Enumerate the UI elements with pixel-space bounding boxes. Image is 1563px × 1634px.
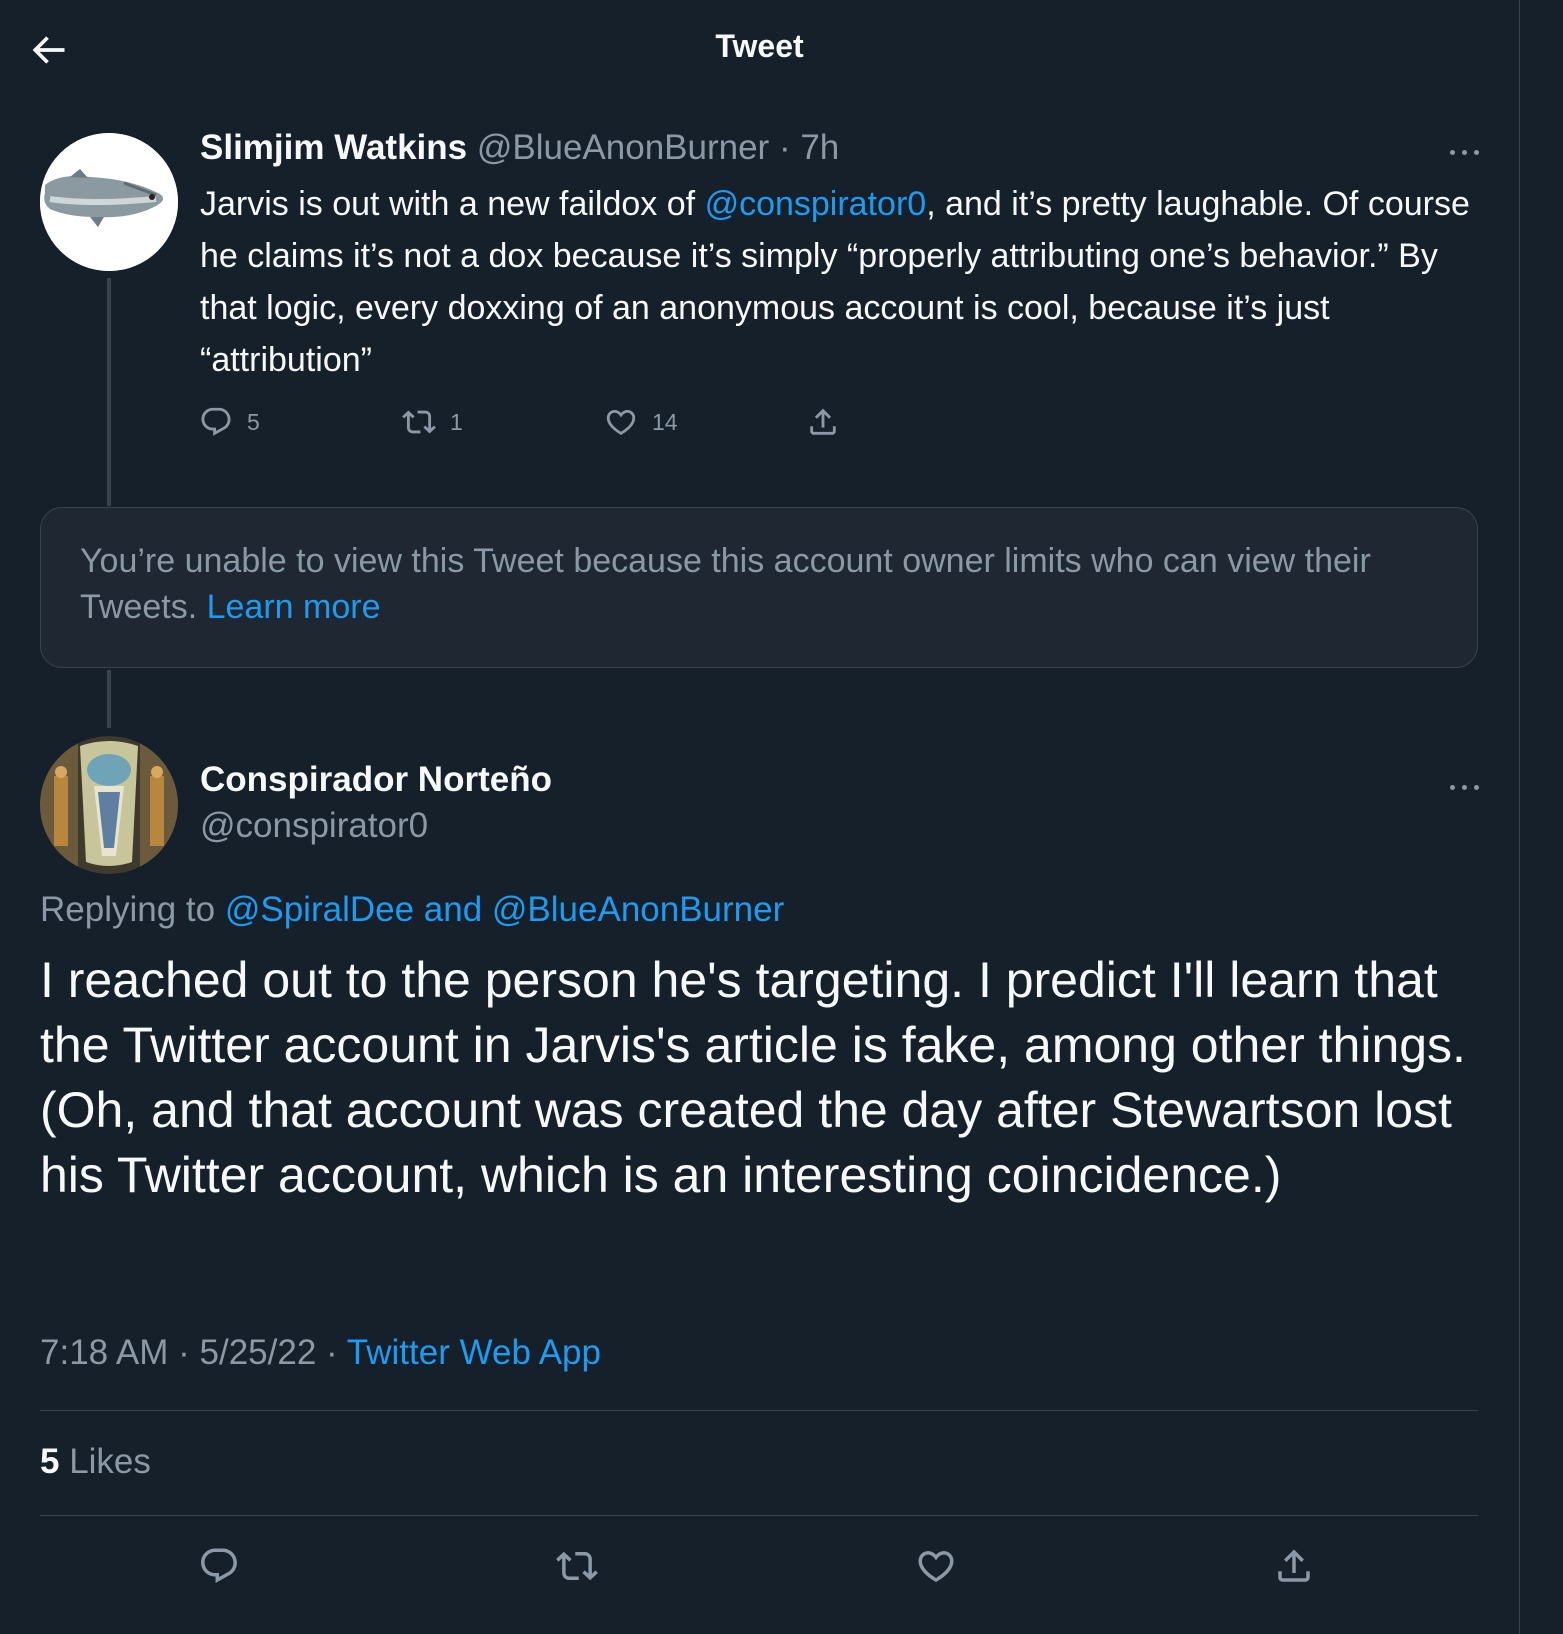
page-title: Tweet [715,28,804,64]
more-options-icon[interactable] [1446,140,1486,164]
tweet-time[interactable]: 7:18 AM [40,1333,168,1372]
more-options-icon[interactable] [1446,775,1486,799]
likes-summary[interactable]: 5 Likes [40,1442,151,1482]
notice-text: You’re unable to view this Tweet because… [80,538,1440,630]
separator: · [316,1333,347,1372]
separator: · [769,128,801,167]
replying-to: Replying to @SpiralDee and @BlueAnonBurn… [40,890,784,930]
column-border [1519,0,1520,1634]
share-button[interactable] [806,405,840,439]
display-name[interactable]: Conspirador Norteño [200,760,552,800]
share-button[interactable] [1273,1545,1315,1587]
tweet-meta: 7:18 AM · 5/25/22 · Twitter Web App [40,1333,601,1373]
unavailable-tweet-notice: You’re unable to view this Tweet because… [40,507,1478,668]
handle[interactable]: @BlueAnonBurner [477,128,769,167]
reply-icon [201,407,231,436]
like-button[interactable]: 14 [604,405,678,439]
replying-label: Replying to [40,890,225,929]
reply-icon [201,1548,237,1583]
retweet-icon [402,410,436,434]
mention-link[interactable]: @conspirator0 [705,185,927,223]
separator: · [168,1333,200,1372]
divider [40,1515,1478,1516]
share-icon [1278,1549,1310,1582]
share-icon [810,408,836,435]
fish-icon [40,133,178,271]
retweet-count: 1 [450,408,463,435]
heart-icon [918,1551,954,1583]
reply-count: 5 [247,408,260,435]
header: Tweet [0,0,1519,100]
tweet-header: Slimjim Watkins @BlueAnonBurner · 7h [200,128,839,168]
like-count: 14 [652,408,678,435]
like-button[interactable] [915,1545,957,1587]
artwork-icon [40,736,178,874]
tweet-date[interactable]: 5/25/22 [200,1333,317,1372]
replying-mentions[interactable]: @SpiralDee and @BlueAnonBurner [225,890,784,929]
tweet-text: I reached out to the person he's targeti… [40,952,1466,1203]
tweet-text-part: Jarvis is out with a new faildox of [200,185,705,223]
retweet-button[interactable]: 1 [402,405,463,439]
timestamp[interactable]: 7h [800,128,839,167]
display-name[interactable]: Slimjim Watkins [200,128,467,167]
reply-button[interactable] [198,1545,240,1587]
tweet-text: Jarvis is out with a new faildox of @con… [200,178,1470,386]
likes-label: Likes [59,1442,151,1481]
retweet-button[interactable] [556,1545,598,1587]
tweet-column: Tweet Slimjim Watkins @BlueAnonBurner · … [0,0,1519,1634]
reply-button[interactable]: 5 [199,405,260,439]
thread-line [107,278,111,506]
retweet-icon [556,1551,598,1581]
likes-count: 5 [40,1442,60,1481]
learn-more-link[interactable]: Learn more [207,588,381,626]
handle[interactable]: @conspirator0 [200,806,428,846]
heart-icon [606,409,636,435]
thread-line [107,670,111,728]
avatar-slimjim[interactable] [40,133,178,271]
avatar-conspirador[interactable] [40,736,178,874]
divider [40,1410,1478,1411]
source-link[interactable]: Twitter Web App [347,1333,601,1372]
